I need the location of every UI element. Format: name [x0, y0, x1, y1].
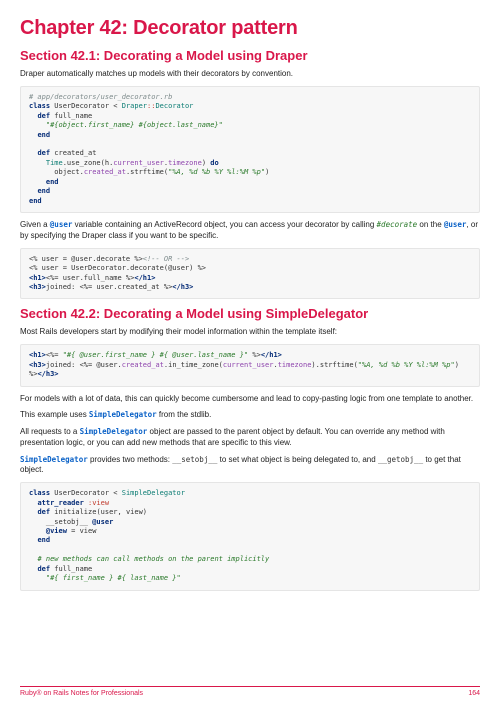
- paragraph: This example uses SimpleDelegator from t…: [20, 410, 480, 421]
- paragraph: For models with a lot of data, this can …: [20, 394, 480, 405]
- paragraph: SimpleDelegator provides two methods: __…: [20, 455, 480, 477]
- inline-code: SimpleDelegator: [89, 410, 157, 419]
- paragraph: Most Rails developers start by modifying…: [20, 327, 480, 338]
- section-1-title: Section 42.1: Decorating a Model using D…: [20, 48, 480, 63]
- inline-code: @user: [50, 220, 73, 229]
- page-number: 164: [468, 690, 480, 697]
- inline-code: SimpleDelegator: [20, 455, 88, 464]
- footer-left: Ruby® on Rails Notes for Professionals: [20, 690, 143, 697]
- chapter-title: Chapter 42: Decorator pattern: [20, 17, 480, 40]
- inline-code: SimpleDelegator: [80, 427, 148, 436]
- paragraph: All requests to a SimpleDelegator object…: [20, 427, 480, 449]
- inline-code: __setobj__: [172, 455, 217, 464]
- code-block-simple-delegator: class UserDecorator < SimpleDelegator at…: [20, 482, 480, 590]
- code-block-decorate-usage: <% user = @user.decorate %><!-- OR --> <…: [20, 248, 480, 300]
- paragraph: Given a @user variable containing an Act…: [20, 220, 480, 242]
- inline-code: @user: [444, 220, 467, 229]
- inline-code: __getobj__: [378, 455, 423, 464]
- code-block-draper: # app/decorators/user_decorator.rb class…: [20, 86, 480, 213]
- code-block-template-inline: <h1><%= "#{ @user.first_name } #{ @user.…: [20, 344, 480, 386]
- paragraph: Draper automatically matches up models w…: [20, 69, 480, 80]
- inline-code: #decorate: [377, 220, 418, 229]
- section-2-title: Section 42.2: Decorating a Model using S…: [20, 306, 480, 321]
- page-footer: Ruby® on Rails Notes for Professionals 1…: [20, 686, 480, 697]
